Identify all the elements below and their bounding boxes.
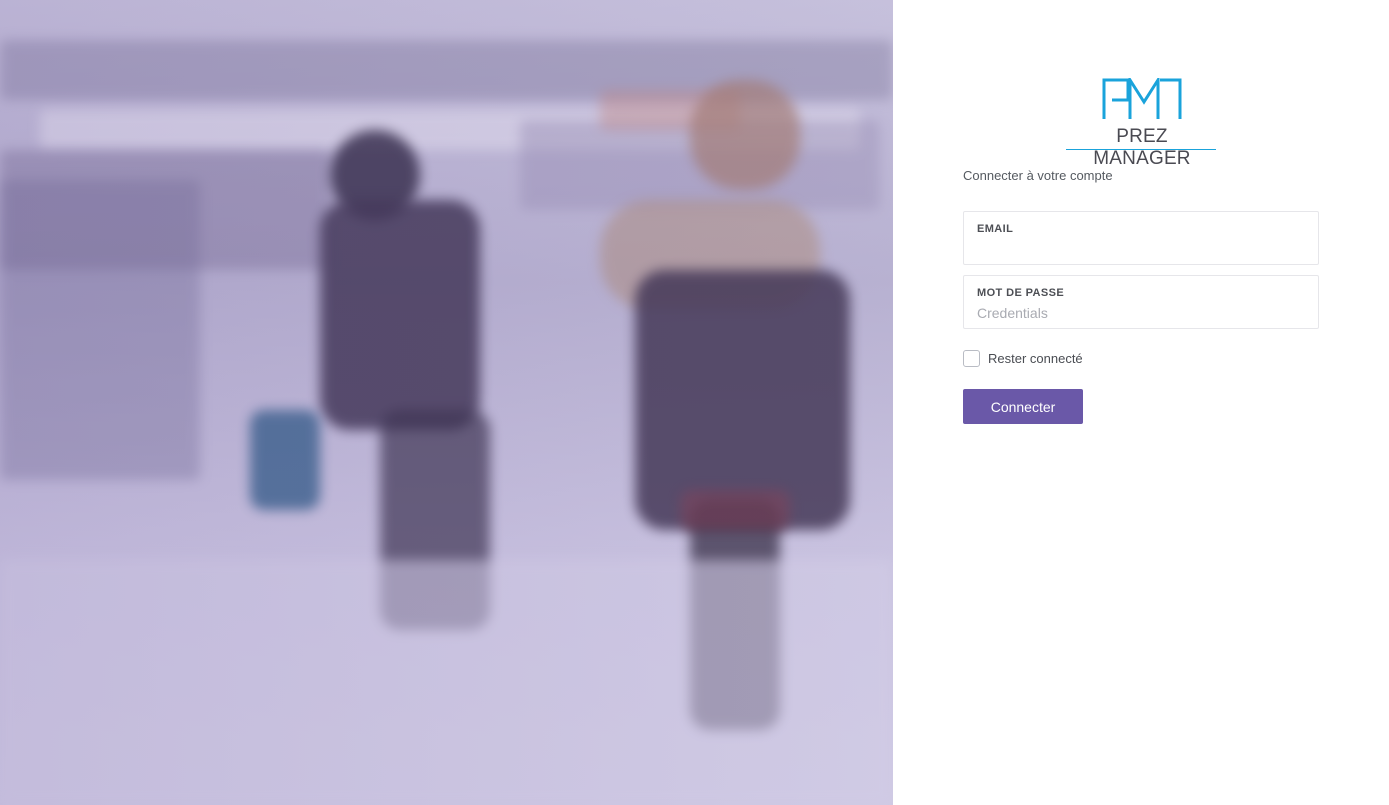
background-photo — [0, 0, 893, 805]
brand-underline — [1066, 149, 1216, 150]
password-label: MOT DE PASSE — [977, 287, 1065, 299]
remember-me[interactable]: Rester connecté — [963, 350, 1083, 367]
login-subtitle: Connecter à votre compte — [963, 168, 1113, 183]
brand-logo: PREZ MANAGER — [1066, 78, 1218, 169]
password-field[interactable]: MOT DE PASSE — [963, 275, 1319, 329]
email-field[interactable]: EMAIL — [963, 211, 1319, 265]
login-page: PREZ MANAGER Connecter à votre compte EM… — [0, 0, 1389, 805]
remember-checkbox[interactable] — [963, 350, 980, 367]
email-input[interactable] — [977, 240, 1307, 258]
pm-logo-icon — [1102, 78, 1182, 119]
password-input[interactable] — [977, 304, 1307, 322]
email-label: EMAIL — [977, 223, 1014, 235]
brand-name: PREZ MANAGER — [1093, 126, 1191, 169]
login-button[interactable]: Connecter — [963, 389, 1083, 424]
login-panel: PREZ MANAGER Connecter à votre compte EM… — [893, 0, 1389, 805]
remember-label[interactable]: Rester connecté — [988, 351, 1083, 366]
